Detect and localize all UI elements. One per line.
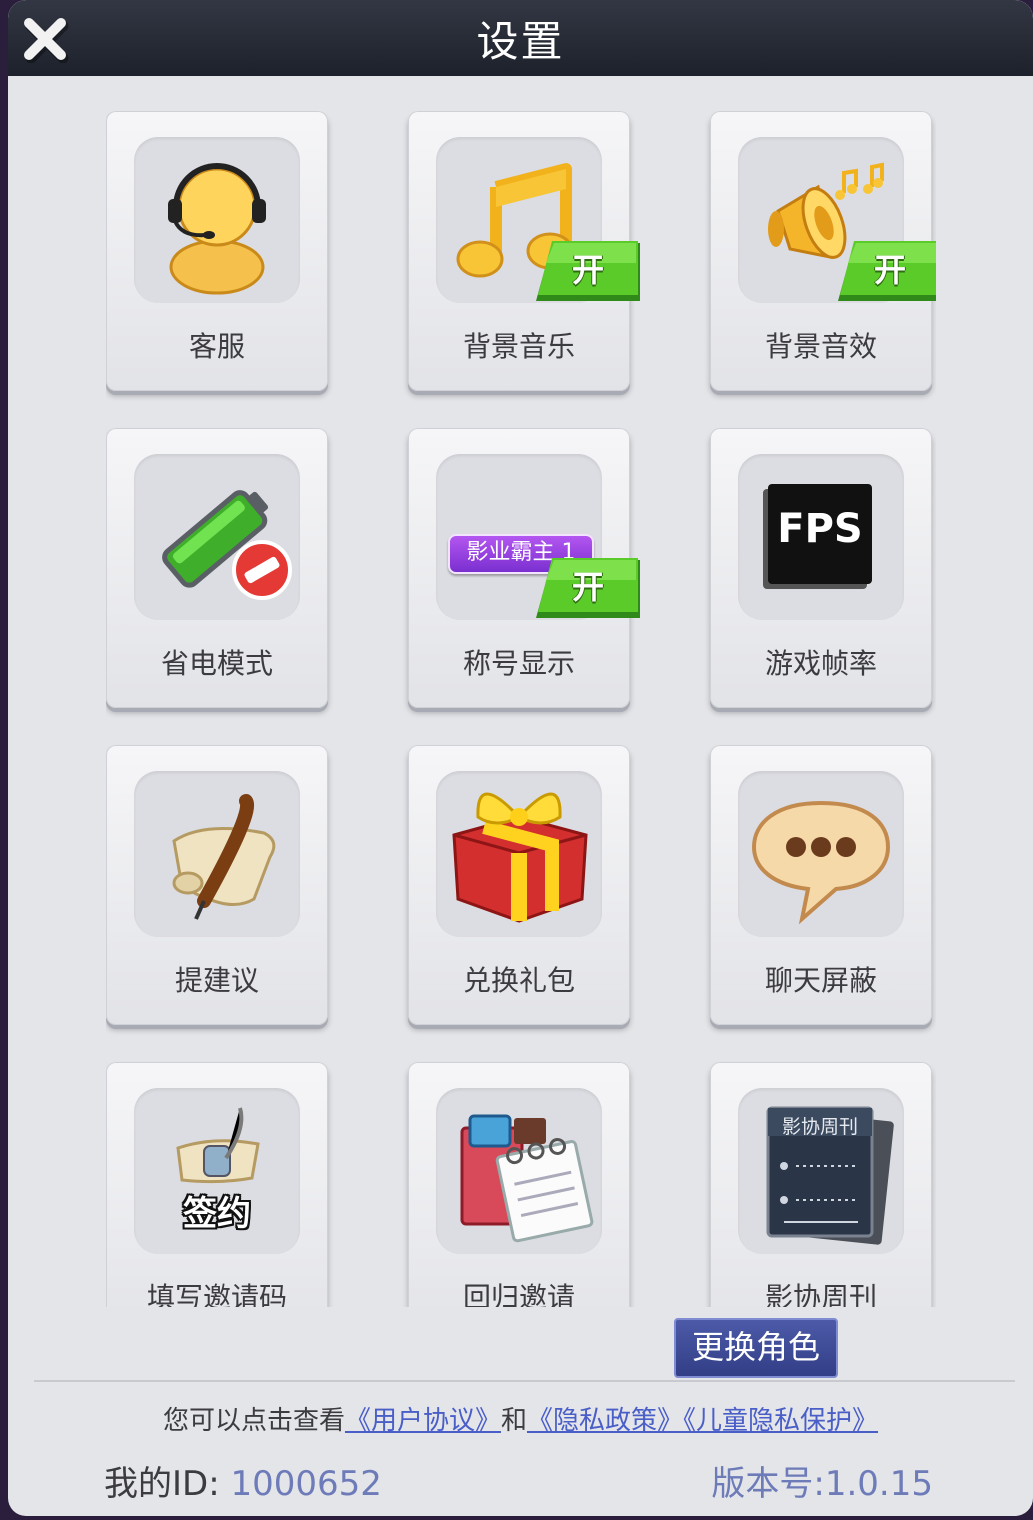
my-id: 我的ID: 1000652 [104, 1456, 382, 1505]
gift-box-icon [452, 792, 588, 923]
page-title: 设置 [476, 17, 565, 66]
icon-well: FPS [738, 454, 904, 620]
tile-redeem-gift[interactable]: 兑换礼包 [408, 745, 630, 1025]
magazine-icon-text: 影协周刊 [781, 1116, 858, 1138]
header-bar: 设置 [8, 0, 1033, 76]
tile-suggestion[interactable]: 提建议 [106, 745, 328, 1025]
icon-well [436, 1088, 602, 1254]
icon-well [738, 771, 904, 937]
agreement-line: 您可以点击查看《用户协议》和《隐私政策》《儿童隐私保护》 [8, 1400, 1033, 1437]
icon-well: 影协周刊 [738, 1088, 904, 1254]
icon-well [134, 454, 300, 620]
tile-label: 聊天屏蔽 [764, 964, 877, 997]
tile-sound-effects[interactable]: 开 背景音效 [710, 111, 936, 391]
tile-label: 背景音效 [764, 330, 877, 363]
customer-service-icon [168, 163, 266, 295]
tile-label: 兑换礼包 [462, 964, 575, 997]
battery-saver-icon [162, 490, 292, 600]
contract-icon-text: 签约 [183, 1194, 251, 1234]
tile-label: 影协周刊 [764, 1281, 877, 1307]
tile-chat-block[interactable]: 聊天屏蔽 [710, 745, 932, 1025]
divider [34, 1380, 1015, 1382]
agreement-and: 和 [500, 1406, 527, 1436]
tile-invite-code[interactable]: 签约 填写邀请码 [106, 1062, 328, 1307]
settings-panel: 设置 客服 开 背景音乐 开 背景音效 省电模式 影业霸主 1 开 称号显示 F… [8, 0, 1033, 1516]
tile-weekly-magazine[interactable]: 影协周刊 影协周刊 [710, 1062, 932, 1307]
toggle-on-text: 开 [873, 251, 906, 289]
toggle-on-text: 开 [571, 251, 604, 289]
quill-scroll-icon [172, 794, 276, 920]
tile-label: 提建议 [174, 964, 259, 997]
tile-label: 填写邀请码 [146, 1281, 287, 1307]
user-agreement-link[interactable]: 《用户协议》 [345, 1406, 501, 1436]
tile-customer-service[interactable]: 客服 [106, 111, 328, 391]
tile-title-display[interactable]: 影业霸主 1 开 称号显示 [408, 428, 640, 708]
chat-bubble-icon [751, 800, 891, 925]
agreement-prefix: 您可以点击查看 [162, 1406, 345, 1436]
tile-label: 省电模式 [160, 647, 273, 680]
settings-grid: 客服 开 背景音乐 开 背景音效 省电模式 影业霸主 1 开 称号显示 FPS … [106, 111, 936, 1307]
toggle-on-badge: 开 [536, 558, 640, 620]
tile-label: 客服 [188, 330, 245, 363]
tile-frame-rate[interactable]: FPS 游戏帧率 [710, 428, 932, 708]
icon-well: 签约 [134, 1088, 300, 1254]
toggle-on-badge: 开 [536, 241, 640, 303]
fps-icon-text: FPS [777, 506, 863, 552]
tile-label: 称号显示 [462, 647, 575, 680]
tile-background-music[interactable]: 开 背景音乐 [408, 111, 640, 391]
gift-calendar-icon [460, 1114, 594, 1243]
my-id-label: 我的ID: [104, 1464, 220, 1504]
tile-label: 游戏帧率 [764, 647, 877, 680]
tile-label: 回归邀请 [462, 1281, 575, 1307]
tile-power-saving[interactable]: 省电模式 [106, 428, 328, 708]
change-role-button[interactable]: 更换角色 [674, 1318, 838, 1378]
my-id-value: 1000652 [230, 1464, 382, 1504]
icon-well [134, 771, 300, 937]
toggle-on-text: 开 [571, 568, 604, 606]
icon-well [134, 137, 300, 303]
version-label: 版本号:1.0.15 [711, 1464, 933, 1504]
icon-well [436, 771, 602, 937]
child-privacy-link[interactable]: 《儿童隐私保护》 [683, 1406, 878, 1436]
privacy-policy-link[interactable]: 《隐私政策》 [527, 1406, 683, 1436]
tile-label: 背景音乐 [462, 330, 575, 363]
tile-return-invite[interactable]: 回归邀请 [408, 1062, 630, 1307]
toggle-on-badge: 开 [838, 241, 936, 303]
